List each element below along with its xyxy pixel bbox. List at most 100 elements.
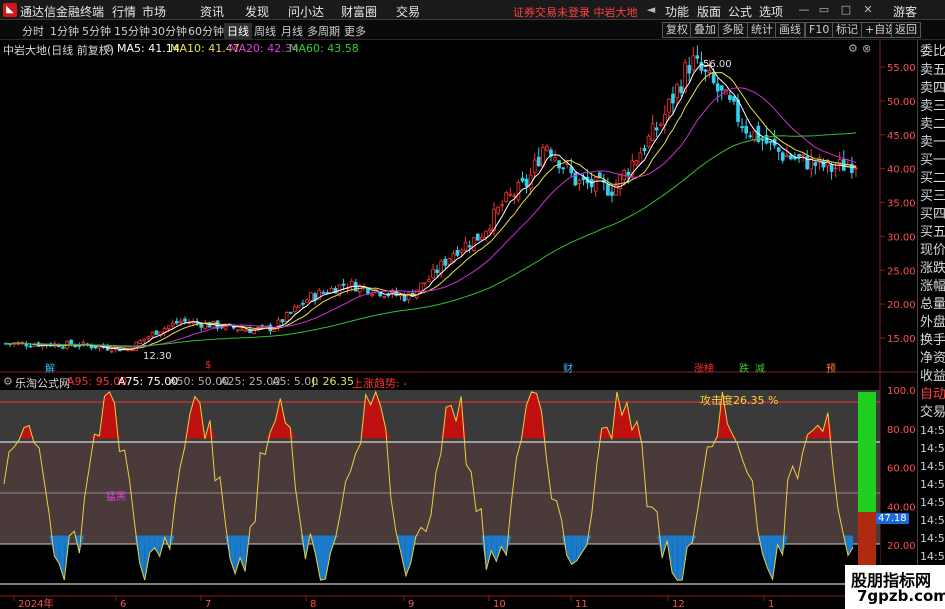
candle-body (707, 70, 712, 74)
candle-body (305, 299, 309, 303)
event-tag-dollar[interactable]: $ (205, 360, 211, 371)
candle-body (785, 155, 789, 158)
indicator-tick-label: 40.00 (887, 502, 916, 513)
zone-25-5 (0, 544, 880, 584)
panel-item-outer[interactable]: 外盘 (920, 314, 945, 331)
panel-item-sell3[interactable]: 卖三 (920, 98, 945, 115)
candle-body (536, 156, 541, 167)
candle-body (284, 312, 289, 322)
candle-body (553, 157, 557, 161)
candle-body (719, 85, 724, 91)
candle-body (679, 86, 683, 93)
candle-body (671, 93, 675, 104)
price-tick-label: 40.00 (887, 165, 916, 176)
candle-body (833, 167, 838, 170)
candle-body (728, 95, 732, 100)
panel-item-buy1[interactable]: 买一 (920, 152, 945, 169)
tick-time: 14:56 (920, 478, 945, 491)
candle-body (520, 177, 525, 182)
candle-body (638, 152, 643, 164)
attack-degree-label: 攻击度26.35 % (700, 394, 779, 407)
panel-item-buy3[interactable]: 买三 (920, 188, 945, 205)
panel-item-weibi[interactable]: 委比 (920, 43, 945, 60)
overbought-fill (104, 391, 110, 439)
candle-body (142, 338, 147, 342)
candle-body (423, 282, 427, 285)
candle-body (463, 241, 468, 252)
candle-body (341, 283, 346, 286)
price-tick-label: 20.00 (887, 300, 916, 311)
uptrend-signal: 上涨趋势: - (352, 377, 408, 390)
indicator-tick-label: 20.00 (887, 541, 916, 552)
chart-canvas[interactable]: 55.00 50.00 45.00 40.00 35.00 30.00 25.00 20.00… (0, 0, 917, 609)
candle-body (691, 55, 696, 71)
candle-body (28, 345, 33, 348)
candle-body (484, 230, 488, 238)
candle-body (170, 322, 175, 327)
price-tick-label: 25.00 (887, 266, 916, 277)
panel-item-change-pct[interactable]: 涨幅 (920, 278, 945, 295)
indicator-tick-label: 100.0 (887, 386, 916, 397)
candle-body (646, 135, 651, 148)
candle-body (675, 84, 679, 99)
candle-body (516, 182, 521, 201)
candle-body (854, 167, 858, 170)
panel-item-sell5[interactable]: 卖五 (920, 62, 945, 79)
candle-body (292, 306, 297, 312)
panel-item-price[interactable]: 现价 (920, 242, 945, 259)
candle-body (829, 164, 834, 172)
candle-body (524, 178, 529, 187)
month-label: 1 (768, 599, 774, 609)
candle-body (610, 191, 614, 196)
candle-body (504, 192, 509, 202)
overbought-fill (601, 427, 607, 439)
indicator-header: ⚙ 乐淘公式网 A95: 95.00 A75: 75.00 A50: 50.00… (0, 373, 880, 391)
panel-item-sell1[interactable]: 卖一 (920, 134, 945, 151)
candle-body (715, 83, 720, 92)
panel-item-volume[interactable]: 总量 (920, 296, 945, 313)
candle-body (703, 69, 708, 72)
panel-item-eps[interactable]: 收益 (920, 368, 945, 385)
candle-body (313, 293, 317, 301)
candle-body (667, 98, 671, 113)
candle-body (329, 287, 334, 293)
panel-item-buy5[interactable]: 买五 (920, 224, 945, 241)
candle-body (370, 293, 374, 296)
panel-item-buy2[interactable]: 买二 (920, 170, 945, 187)
candle-body (496, 206, 500, 214)
panel-trade[interactable]: 交易 (920, 404, 945, 421)
indicator-name[interactable]: 乐淘公式网 (15, 375, 70, 391)
month-label: 8 (310, 599, 316, 609)
panel-auto-trade[interactable]: 自动 (920, 386, 945, 403)
candle-body (768, 140, 773, 143)
price-tick-label: 55.00 (887, 63, 916, 74)
panel-item-net-assets[interactable]: 净资 (920, 350, 945, 367)
price-tick-label: 45.00 (887, 131, 916, 142)
indicator-axis: 100.0 80.00 60.00 40.00 20.00 (887, 386, 916, 552)
watermark-line2: 7gpzb.com (857, 587, 945, 605)
indicator-gear-icon[interactable]: ⚙ (3, 375, 13, 388)
bull-volume-bar (858, 392, 876, 512)
price-axis: 55.00 50.00 45.00 40.00 35.00 30.00 25.00 20.00… (880, 63, 916, 345)
panel-item-sell2[interactable]: 卖二 (920, 116, 945, 133)
tick-time: 14:55 (920, 442, 945, 455)
candle-body (297, 304, 301, 308)
panel-item-buy4[interactable]: 买四 (920, 206, 945, 223)
candle-body (740, 126, 744, 129)
candle-body (455, 250, 460, 256)
candle-body (244, 329, 248, 332)
panel-item-sell4[interactable]: 卖四 (920, 80, 945, 97)
candle-body (744, 126, 748, 134)
panel-item-change[interactable]: 涨跌 (920, 260, 945, 277)
candle-body (593, 176, 598, 192)
candle-body (431, 268, 435, 279)
candle-body (459, 249, 464, 253)
tick-time: 14:55 (920, 424, 945, 437)
candle-body (179, 320, 183, 323)
tick-time: 14:56 (920, 514, 945, 527)
panel-item-turnover[interactable]: 换手 (920, 332, 945, 349)
price-tick-label: 30.00 (887, 232, 916, 243)
oversold-fill (677, 535, 683, 581)
candle-body (154, 330, 159, 335)
candle-body (752, 130, 757, 141)
